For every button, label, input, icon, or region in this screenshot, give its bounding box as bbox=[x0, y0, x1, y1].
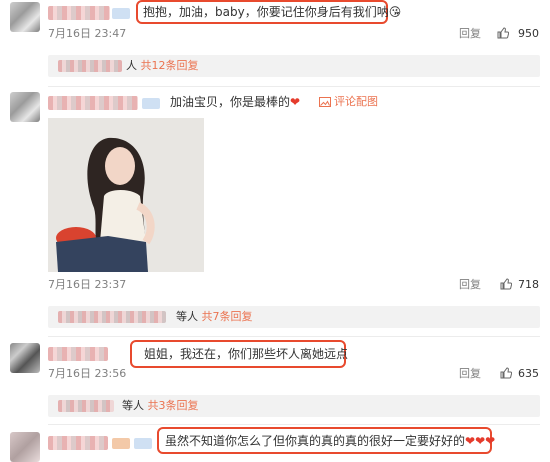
comment-time: 7月16日 23:47 bbox=[48, 27, 127, 40]
sub-replies-row[interactable]: 等人 共3条回复 bbox=[48, 395, 540, 417]
heart-icon: ❤ bbox=[290, 95, 301, 109]
comment-time: 7月16日 23:37 bbox=[48, 278, 127, 291]
thumb-up-icon[interactable] bbox=[500, 367, 512, 379]
comment-text: 姐姐，我还在，你们那些坏人离她远点 bbox=[144, 347, 349, 361]
divider bbox=[48, 336, 540, 337]
avatar[interactable] bbox=[10, 2, 40, 32]
vip-badge bbox=[112, 8, 130, 19]
divider bbox=[48, 86, 540, 87]
sub-reply-users-blurred bbox=[58, 400, 114, 412]
username-blurred[interactable] bbox=[48, 347, 108, 361]
view-image-link[interactable]: 评论配图 bbox=[334, 95, 378, 109]
sub-reply-users-blurred bbox=[58, 60, 122, 72]
sub-replies-summary: 等人 共7条回复 bbox=[176, 310, 253, 323]
comment-image[interactable] bbox=[48, 118, 204, 272]
avatar[interactable] bbox=[10, 343, 40, 373]
reply-button[interactable]: 回复 bbox=[459, 278, 481, 292]
username-blurred[interactable] bbox=[48, 6, 110, 20]
divider bbox=[48, 424, 540, 425]
heart-icon: ❤❤❤ bbox=[465, 434, 496, 448]
sub-replies-summary: 人 共12条回复 bbox=[126, 59, 199, 72]
username-blurred[interactable] bbox=[48, 96, 138, 110]
like-count: 718 bbox=[518, 278, 539, 291]
comment-time: 7月16日 23:56 bbox=[48, 367, 127, 380]
like-count: 635 bbox=[518, 367, 539, 380]
username-blurred[interactable] bbox=[48, 436, 108, 450]
reply-button[interactable]: 回复 bbox=[459, 367, 481, 381]
sub-replies-row[interactable]: 等人 共7条回复 bbox=[48, 306, 540, 328]
view-replies-link[interactable]: 共12条回复 bbox=[141, 59, 199, 72]
view-replies-link[interactable]: 共3条回复 bbox=[148, 399, 199, 412]
like-count: 950 bbox=[518, 27, 539, 40]
image-icon[interactable] bbox=[319, 96, 331, 108]
sub-replies-row[interactable]: 人 共12条回复 bbox=[48, 55, 540, 77]
vip-badge bbox=[112, 438, 130, 449]
thumb-up-icon[interactable] bbox=[500, 278, 512, 290]
comment-text: 加油宝贝，你是最棒的❤ bbox=[170, 95, 301, 109]
thumb-up-icon[interactable] bbox=[497, 27, 509, 39]
sub-replies-summary: 等人 共3条回复 bbox=[122, 399, 199, 412]
comment-text: 虽然不知道你怎么了但你真的真的真的很好一定要好好的❤❤❤ bbox=[165, 434, 496, 448]
reply-button[interactable]: 回复 bbox=[459, 27, 481, 41]
vip-badge bbox=[134, 438, 152, 449]
emoji: 😘 bbox=[388, 5, 402, 19]
sub-reply-users-blurred bbox=[58, 311, 166, 323]
view-replies-link[interactable]: 共7条回复 bbox=[202, 310, 253, 323]
comment-text: 抱抱，加油，baby，你要记住你身后有我们呐😘 bbox=[143, 5, 402, 19]
avatar[interactable] bbox=[10, 92, 40, 122]
vip-badge bbox=[142, 98, 160, 109]
